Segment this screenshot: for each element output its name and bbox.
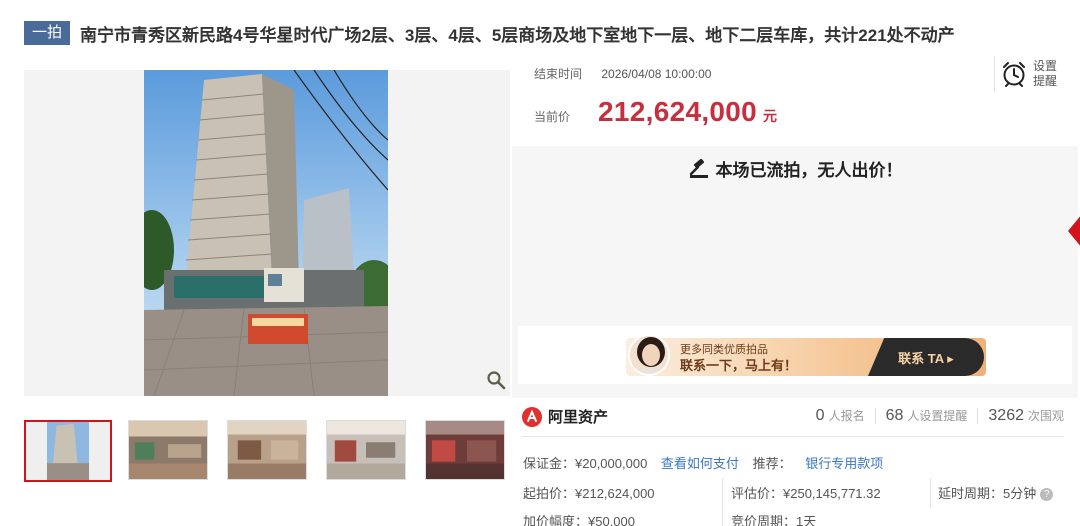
start-price: 起拍价：¥212,624,000 [523, 486, 655, 501]
reminders-count: 68 [885, 407, 904, 424]
delay-period-row: 延时周期：5分钟? [938, 483, 1054, 502]
gavel-icon [689, 158, 708, 178]
reminders-label: 人设置提醒 [907, 409, 968, 423]
contact-banner[interactable]: 更多同类优质拍品 联系一下，马上有！ 联系 TA ▸ [518, 326, 1072, 384]
auction-status: 本场已流拍，无人出价！ [512, 156, 1078, 181]
zoom-icon[interactable] [486, 370, 506, 390]
deposit-row: 保证金：¥20,000,000 查看如何支付 推荐： 银行专用款项 [523, 453, 883, 472]
counts-divider [874, 408, 876, 424]
main-photo-viewer[interactable] [24, 70, 510, 396]
deposit-value: 保证金：¥20,000,000 [523, 456, 648, 471]
appraisal-price: 评估价：¥250,145,771.32 [731, 486, 881, 501]
current-price-unit: 元 [763, 108, 778, 124]
thumbnail-2[interactable] [128, 420, 208, 480]
thumbnail-1[interactable] [24, 420, 112, 482]
auction-info-box: 结束时间 2026/04/08 10:00:00 设置 提醒 当前价 212,6… [512, 56, 1078, 146]
current-price-value: 212,624,000 [598, 96, 758, 127]
title-bar: 一拍 南宁市青秀区新民路4号华星时代广场2层、3层、4层、5层商场及地下室地下一… [24, 18, 1060, 48]
banner-title: 联系一下，马上有！ [680, 358, 798, 373]
bank-payment-link[interactable]: 银行专用款项 [805, 456, 883, 471]
details-divider [522, 436, 1064, 437]
page-title: 南宁市青秀区新民路4号华星时代广场2层、3层、4层、5层商场及地下室地下一层、地… [80, 25, 955, 45]
views-count: 3262 [988, 407, 1024, 424]
column-divider [722, 478, 723, 526]
signups-count: 0 [815, 407, 825, 424]
thumbnail-strip [24, 420, 505, 482]
agent-avatar [628, 334, 670, 376]
counts-divider [977, 408, 979, 424]
end-time-value: 2026/04/08 10:00:00 [601, 67, 712, 81]
signups-label: 人报名 [828, 409, 865, 423]
end-time-label: 结束时间 [534, 67, 583, 81]
end-time-row: 结束时间 2026/04/08 10:00:00 [534, 65, 711, 82]
delay-period: 延时周期：5分钟 [938, 486, 1037, 501]
set-reminder-button[interactable]: 设置 提醒 [994, 56, 1074, 92]
auction-round-tag: 一拍 [24, 21, 71, 45]
auction-details: 阿里资产 0 人报名 68 人设置提醒 3262 次围观 保证金：¥20,000… [512, 398, 1078, 526]
views-label: 次围观 [1027, 409, 1064, 423]
brand: 阿里资产 [522, 406, 608, 427]
bid-increment: 加价幅度：¥50,000 [523, 514, 635, 526]
thumbnail-3[interactable] [227, 420, 307, 480]
help-icon[interactable]: ? [1040, 488, 1054, 502]
bid-period: 竞价周期：1天 [731, 514, 817, 526]
contact-ta-button[interactable]: 联系 TA ▸ [868, 338, 984, 376]
column-divider [930, 478, 931, 508]
thumbnail-4[interactable] [326, 420, 406, 480]
payment-help-link[interactable]: 查看如何支付 [661, 456, 739, 471]
status-message: 本场已流拍，无人出价！ [715, 161, 903, 180]
ali-assets-logo-icon [522, 406, 542, 427]
current-price-row: 当前价 212,624,000 元 [534, 96, 777, 128]
recommend-label: 推荐： [752, 456, 792, 471]
building-photo [144, 70, 388, 396]
current-price-label: 当前价 [534, 110, 571, 124]
thumbnail-5[interactable] [425, 420, 505, 480]
side-expand-arrow-icon[interactable] [1068, 214, 1080, 248]
brand-name: 阿里资产 [548, 409, 609, 426]
set-reminder-label: 设置 提醒 [1033, 59, 1058, 88]
participation-counts: 0 人报名 68 人设置提醒 3262 次围观 [816, 407, 1064, 425]
alarm-clock-icon [1003, 62, 1025, 87]
